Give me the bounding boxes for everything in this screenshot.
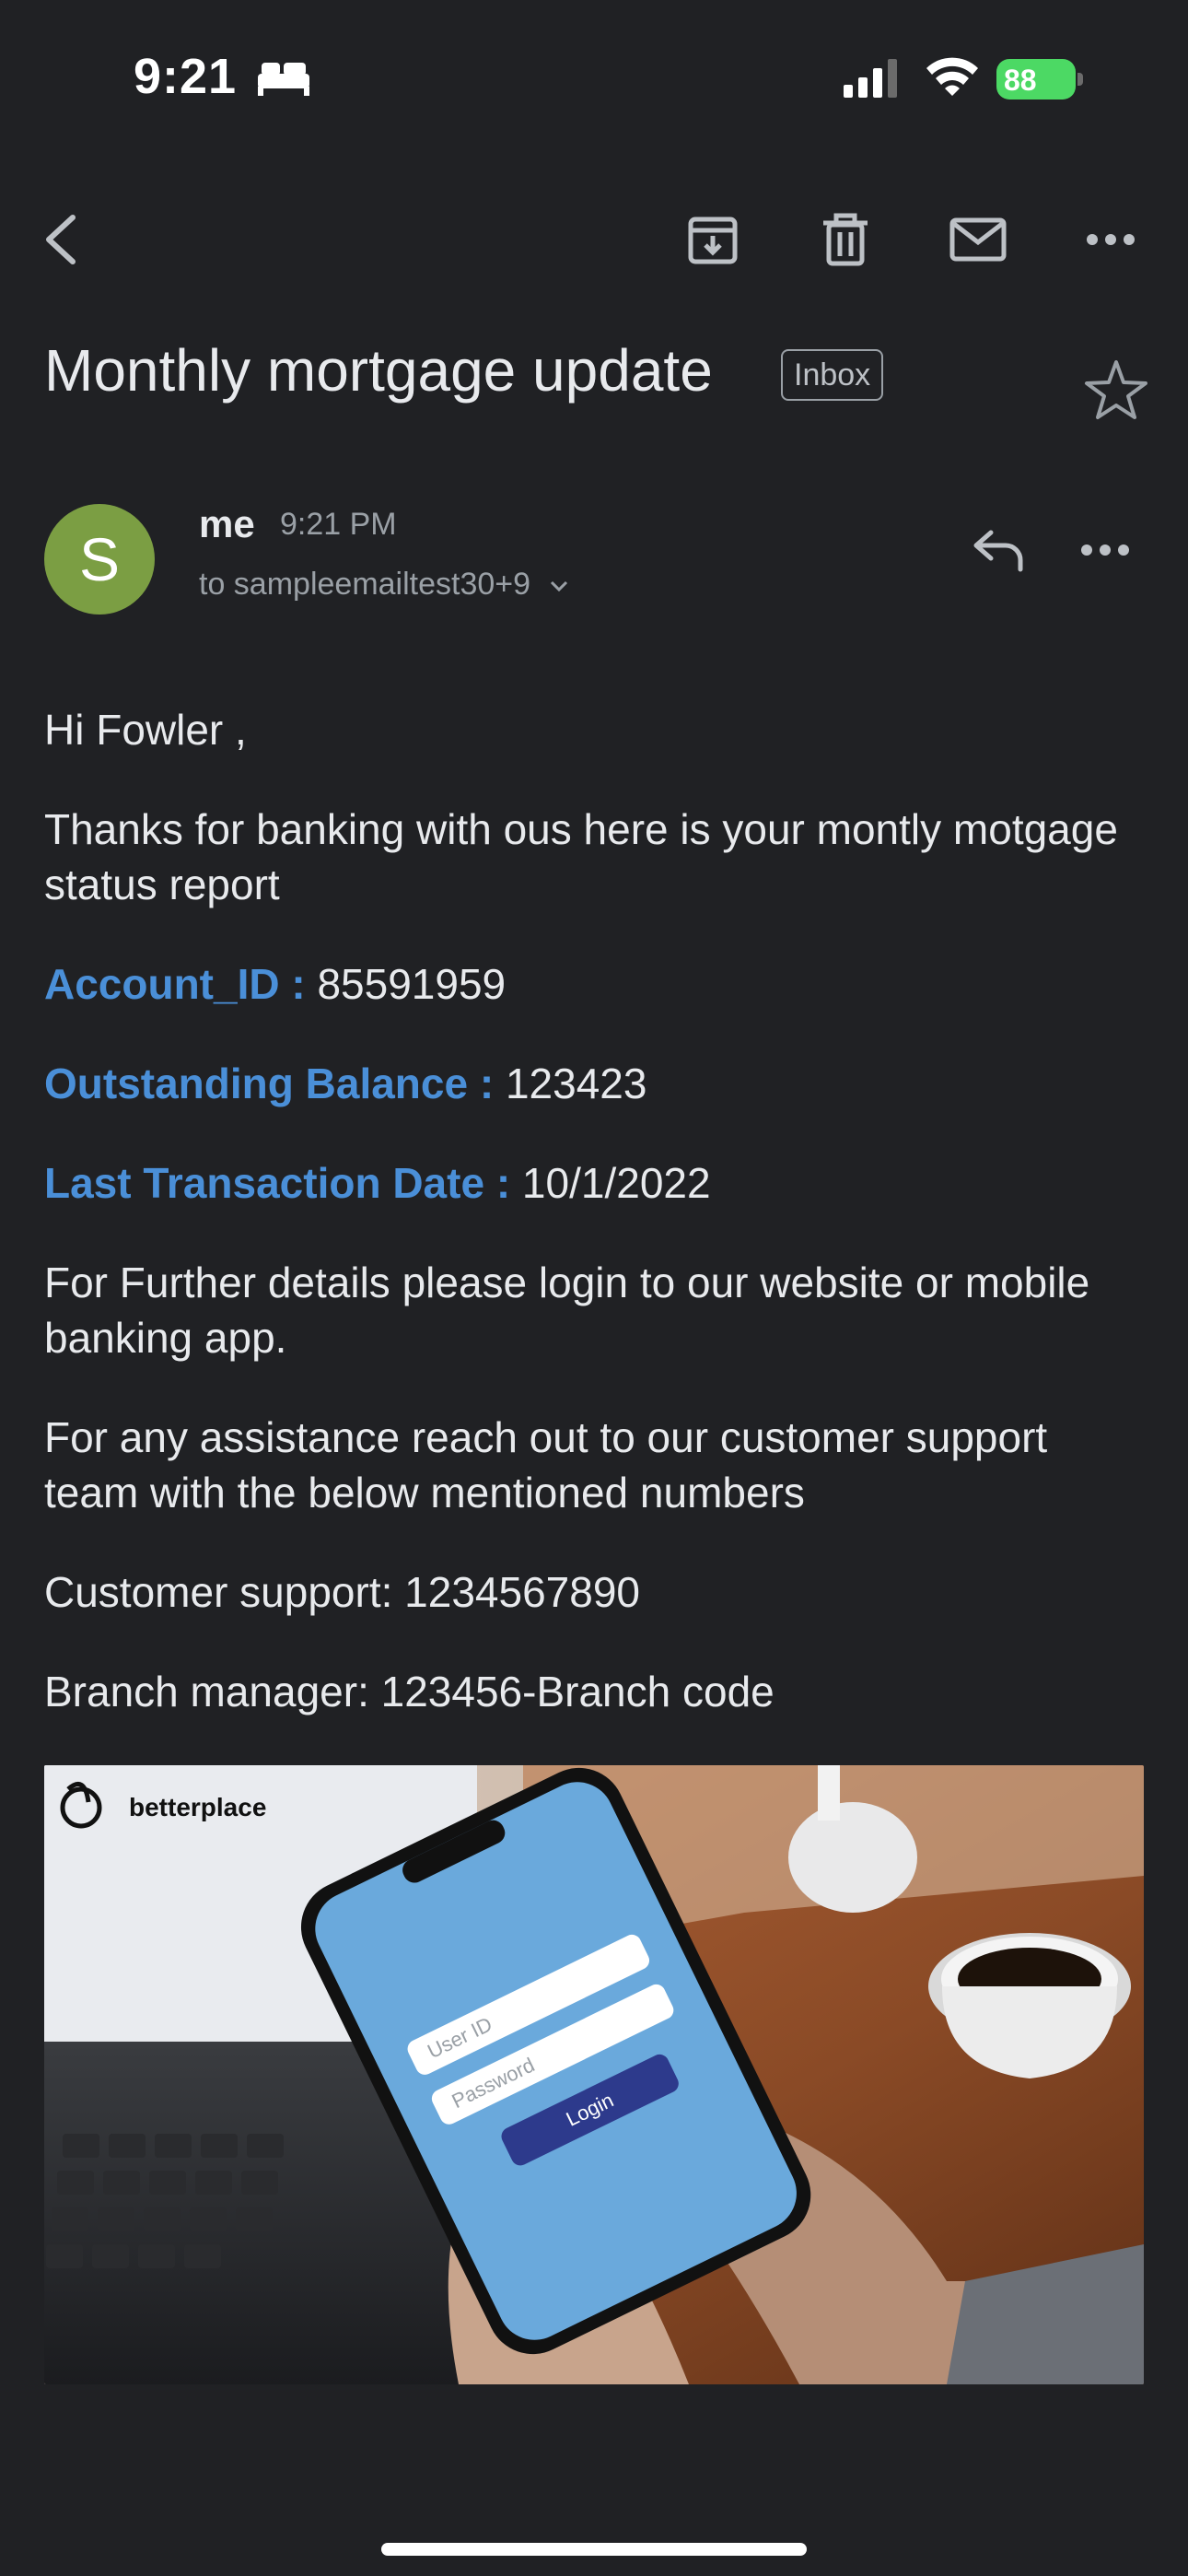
sender-name: me (199, 502, 255, 545)
branch-manager-line: Branch manager: 123456-Branch code (44, 1668, 775, 1715)
archive-button[interactable] (674, 201, 751, 278)
avatar[interactable]: S (44, 504, 155, 615)
last-transaction-line: Last Transaction Date : 10/1/2022 (44, 1155, 1149, 1211)
home-indicator[interactable] (381, 2543, 807, 2556)
more-icon (1081, 544, 1129, 556)
greeting: Hi Fowler , (44, 706, 247, 754)
assistance-paragraph: For any assistance reach out to our cust… (44, 1413, 1048, 1516)
email-subject: Monthly mortgage update (44, 337, 713, 404)
message-more-button[interactable] (1063, 511, 1147, 589)
back-icon (46, 215, 76, 264)
sender-row: S me 9:21 PM to sampleemailtest30+9 (44, 502, 1144, 622)
outstanding-balance-label: Outstanding Balance : (44, 1060, 506, 1107)
more-options-button[interactable] (1072, 201, 1149, 278)
outstanding-balance-line: Outstanding Balance : 123423 (44, 1056, 1149, 1111)
battery-indicator: 88 (996, 59, 1085, 100)
more-icon (1087, 234, 1135, 245)
reply-icon (973, 530, 1023, 572)
banking-app-hero-image[interactable]: User ID Password Login betterplace (44, 1765, 1144, 2384)
star-icon[interactable] (1081, 357, 1151, 427)
further-details-paragraph: For Further details please login to our … (44, 1259, 1090, 1362)
inbox-label-badge[interactable]: Inbox (781, 349, 884, 401)
status-time: 9:21 (134, 49, 238, 104)
account-id-label: Account_ID : (44, 960, 318, 1008)
bed-icon (258, 63, 309, 96)
sent-time: 9:21 PM (280, 507, 397, 542)
subject-row: Monthly mortgage update Inbox (44, 336, 1147, 428)
chevron-down-icon (550, 580, 567, 592)
delete-button[interactable] (807, 201, 884, 278)
account-id-value: 85591959 (317, 960, 507, 1008)
intro-paragraph: Thanks for banking with ous here is your… (44, 805, 1118, 908)
trash-icon (823, 213, 868, 266)
recipient-text: to sampleemailtest30+9 (199, 567, 531, 602)
back-button[interactable] (22, 201, 99, 278)
last-transaction-label: Last Transaction Date : (44, 1159, 522, 1207)
recipient-details-toggle[interactable]: to sampleemailtest30+9 (199, 567, 569, 603)
last-transaction-value: 10/1/2022 (521, 1159, 711, 1207)
customer-support-line: Customer support: 1234567890 (44, 1568, 640, 1616)
brand-name: betterplace (129, 1793, 266, 1821)
battery-level: 88 (1004, 64, 1037, 97)
signal-icon (844, 59, 897, 98)
account-id-line: Account_ID : 85591959 (44, 956, 1149, 1012)
email-toolbar (0, 193, 1188, 286)
outstanding-balance-value: 123423 (505, 1060, 647, 1107)
reply-button[interactable] (956, 511, 1041, 589)
archive-icon (688, 217, 738, 264)
mark-unread-button[interactable] (939, 201, 1017, 278)
wifi-icon (926, 57, 978, 96)
mail-icon (949, 217, 1007, 262)
status-bar: 9:21 88 (0, 0, 1188, 157)
